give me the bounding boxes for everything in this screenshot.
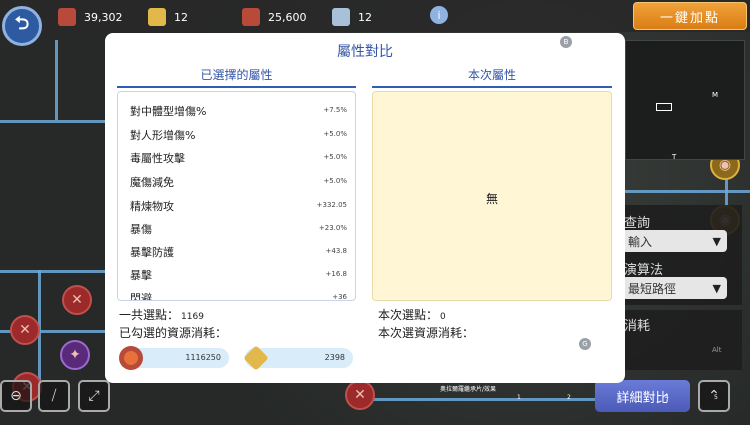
resource-1: 39,302 <box>58 8 123 26</box>
current-attributes-heading: 本次屬性 <box>467 68 516 82</box>
list-item: 閃避 +36 <box>130 292 347 301</box>
close-button[interactable]: B <box>560 36 572 48</box>
current-attributes-box: 無 <box>372 91 612 301</box>
tree-line <box>0 120 105 123</box>
minimap-viewport <box>656 103 672 111</box>
search-select[interactable]: 輸入 ▼ <box>622 230 727 252</box>
medal-icon <box>242 8 260 26</box>
crystal-icon <box>243 345 269 371</box>
resource-2: 12 <box>148 8 188 26</box>
list-item: 魔傷減免 +5.0% <box>130 176 347 189</box>
g-badge: G <box>579 338 591 350</box>
minimap[interactable]: M T <box>625 40 745 161</box>
checked-cost-label: 已勾選的資源消耗： <box>119 326 228 340</box>
total-points: 一共選點： 1169 <box>119 308 204 322</box>
list-item: 精煉物攻 +332.05 <box>130 200 347 213</box>
detail-compare-button[interactable]: 詳細對比 <box>595 380 690 412</box>
share-tool-button[interactable]: ⤢ <box>78 380 110 412</box>
tree-line <box>360 398 595 401</box>
resource-4: 12 <box>332 8 372 26</box>
right-panel: 查詢 輸入 ▼ 演算法 最短路徑 ▼ <box>622 205 742 305</box>
resource-pill-crystal: 2398 <box>243 345 353 371</box>
chevron-down-icon: ▼ <box>712 234 721 248</box>
tree-line <box>0 270 105 273</box>
algorithm-select[interactable]: 最短路徑 ▼ <box>622 277 727 299</box>
list-item: 對人形增傷% +5.0% <box>130 129 347 142</box>
empty-text: 無 <box>485 192 498 206</box>
list-item: 暴擊 +16.8 <box>130 269 347 282</box>
chevron-down-icon: ▼ <box>712 281 721 295</box>
one-key-add-button[interactable]: 一鍵加點 <box>633 2 747 30</box>
selected-attributes-list[interactable]: 對中體型增傷% +7.5% 對人形增傷% +5.0% 毒屬性攻擊 +5.0% 魔傷減免… <box>117 91 356 301</box>
skill-node-selected[interactable]: ✦ <box>60 340 90 370</box>
skill-node[interactable]: ✕ <box>345 380 375 410</box>
tree-line <box>625 190 750 193</box>
resource-pill-medal: 1116250 <box>119 346 229 370</box>
crystal-icon <box>148 8 166 26</box>
cost-panel: 消耗 Alt <box>622 310 742 370</box>
resource-3: 25,600 <box>242 8 307 26</box>
skill-node[interactable]: ✕ <box>62 285 92 315</box>
list-item: 毒屬性攻擊 +5.0% <box>130 152 347 165</box>
medal-icon <box>119 346 143 370</box>
slash-tool-button[interactable]: ⧸ <box>38 380 70 412</box>
crystal-lock-icon <box>332 8 350 26</box>
current-cost-label: 本次選資源消耗： <box>378 326 475 340</box>
back-button[interactable]: ⮌ <box>2 6 42 46</box>
heading-underline <box>372 86 612 88</box>
attribute-compare-dialog: 屬性對比 B 已選擇的屬性 本次屬性 對中體型增傷% +7.5% 對人形增傷% +5… <box>105 33 625 383</box>
list-item: 暴傷 +23.0% <box>130 223 347 236</box>
selected-attributes-heading: 已選擇的屬性 <box>200 68 273 82</box>
tooltip-text: 奥拉爾羅繼承片/效果 <box>440 386 497 393</box>
list-item: 暴擊防護 +43.8 <box>130 246 347 259</box>
dialog-title: 屬性對比 <box>337 44 393 60</box>
list-item: 對中體型增傷% +7.5% <box>130 105 347 118</box>
heading-underline <box>117 86 356 88</box>
skill-node[interactable]: ✕ <box>10 315 40 345</box>
info-button[interactable]: i <box>430 6 448 24</box>
zoom-out-button[interactable]: ⊖ <box>0 380 32 412</box>
current-points: 本次選點： 0 <box>378 308 446 322</box>
medal-icon <box>58 8 76 26</box>
tree-line <box>55 40 58 120</box>
